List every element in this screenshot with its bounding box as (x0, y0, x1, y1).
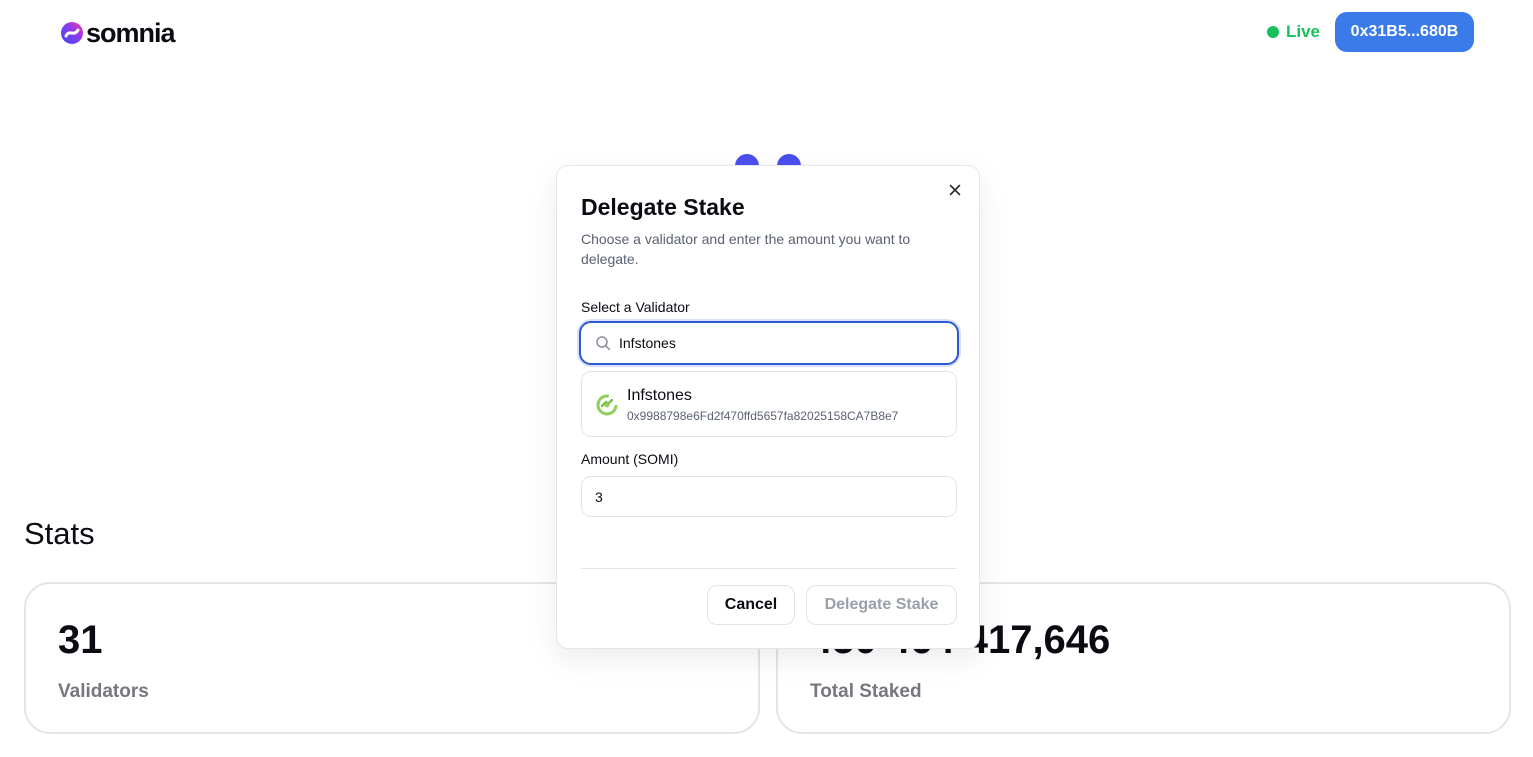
validator-search-field[interactable] (579, 321, 959, 365)
validator-search-input[interactable] (619, 331, 939, 355)
validator-option[interactable]: Infstones 0x9988798e6Fd2f470ffd5657fa820… (581, 371, 957, 437)
stats-title: Stats (24, 516, 95, 551)
dialog-divider (581, 568, 957, 569)
delegate-stake-dialog: Delegate Stake Choose a validator and en… (556, 165, 980, 649)
stat-label: Validators (58, 681, 149, 702)
validator-name: Infstones (627, 387, 692, 404)
amount-label: Amount (SOMI) (581, 451, 679, 467)
amount-input[interactable] (581, 476, 957, 517)
validator-label: Select a Validator (581, 299, 690, 315)
logo-text: somnia (86, 18, 176, 48)
dialog-description: Choose a validator and enter the amount … (581, 231, 911, 267)
validator-address: 0x9988798e6Fd2f470ffd5657fa82025158CA7B8… (627, 409, 899, 423)
cancel-button[interactable]: Cancel (707, 585, 795, 625)
dialog-title: Delegate Stake (581, 194, 745, 220)
somnia-logo[interactable]: somnia (60, 18, 176, 48)
search-icon (596, 336, 611, 351)
stat-label: Total Staked (810, 681, 922, 702)
wallet-address-button[interactable]: 0x31B5...680B (1335, 12, 1474, 52)
close-icon[interactable] (947, 182, 963, 198)
status-label: Live (1286, 22, 1321, 41)
stat-value: 31 (58, 618, 103, 662)
validator-logo-icon (596, 394, 618, 416)
network-status: Live (1267, 22, 1320, 42)
live-status-dot-icon (1267, 26, 1279, 38)
delegate-stake-button[interactable]: Delegate Stake (806, 585, 957, 625)
somnia-logo-icon (61, 22, 83, 44)
